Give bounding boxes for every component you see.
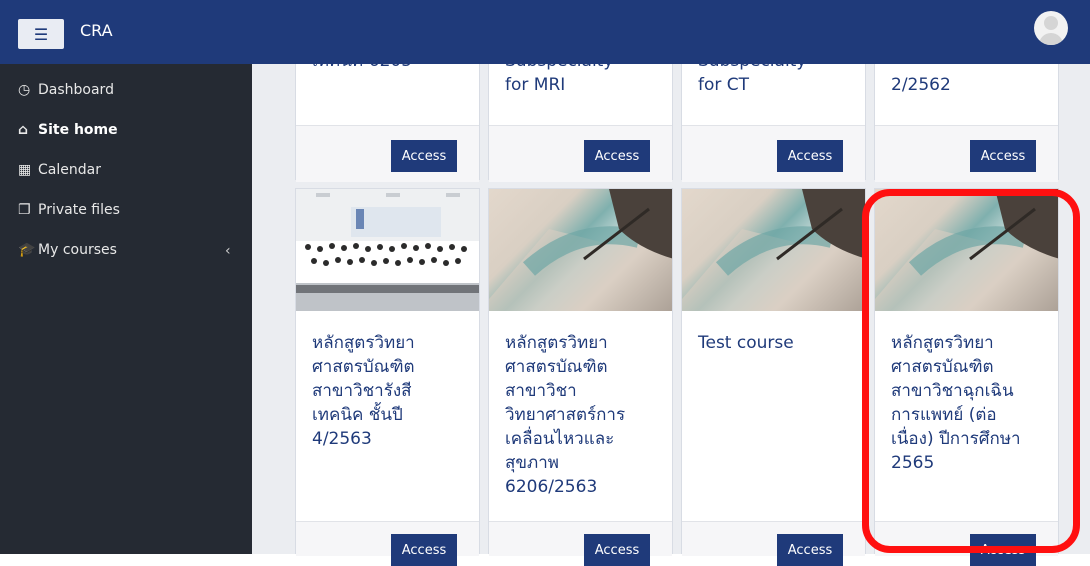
calendar-icon: ▦	[18, 162, 32, 178]
hamburger-icon: ☰	[33, 24, 49, 44]
course-image[interactable]	[489, 189, 672, 311]
group-photo-image	[296, 189, 479, 311]
course-title[interactable]: 2/2562	[891, 73, 951, 97]
course-title[interactable]: Test course	[698, 331, 794, 355]
file-icon: ❐	[18, 202, 31, 218]
course-card[interactable]: หลักสูตรวิทยา ศาสตรบัณฑิต สาขาวิชา วิทยา…	[488, 188, 673, 566]
chevron-left-icon[interactable]: ‹	[225, 243, 231, 259]
card-footer: Access	[682, 125, 865, 182]
card-footer: Access	[296, 125, 479, 182]
course-title[interactable]: หลักสูตรวิทยา ศาสตรบัณฑิต สาขาวิชาฉุกเฉิ…	[891, 331, 1021, 475]
site-brand[interactable]: CRA	[80, 21, 113, 40]
access-button[interactable]: Access	[970, 140, 1036, 172]
watercolor-painting-image	[682, 189, 865, 311]
sidebar-item-label: Calendar	[38, 162, 101, 178]
course-image[interactable]	[296, 189, 479, 311]
access-button[interactable]: Access	[777, 140, 843, 172]
sidebar-item-site-home[interactable]: ⌂ Site home	[18, 117, 118, 143]
course-title[interactable]: หลักสูตรวิทยา ศาสตรบัณฑิต สาขาวิชารังสี …	[312, 331, 415, 451]
hamburger-menu-button[interactable]: ☰	[18, 19, 64, 49]
card-footer: Access	[489, 521, 672, 566]
card-footer: Access	[682, 521, 865, 566]
access-button[interactable]: Access	[391, 534, 457, 566]
sidebar-item-label: Site home	[38, 122, 118, 138]
sidebar-item-label: Dashboard	[38, 82, 114, 98]
card-footer: Access	[875, 125, 1058, 182]
access-button[interactable]: Access	[584, 534, 650, 566]
access-button[interactable]: Access	[970, 534, 1036, 566]
course-title[interactable]: หลักสูตรวิทยา ศาสตรบัณฑิต สาขาวิชา วิทยา…	[505, 331, 625, 499]
dashboard-icon: ◷	[18, 82, 31, 98]
access-button[interactable]: Access	[777, 534, 843, 566]
access-button[interactable]: Access	[584, 140, 650, 172]
card-footer: Access	[489, 125, 672, 182]
graduation-cap-icon: 🎓	[18, 242, 36, 258]
sidebar-item-calendar[interactable]: ▦ Calendar	[18, 157, 101, 183]
course-card[interactable]: หลักสูตรวิทยา ศาสตรบัณฑิต สาขาวิชาฉุกเฉิ…	[874, 188, 1059, 566]
access-button[interactable]: Access	[391, 140, 457, 172]
course-image[interactable]	[682, 189, 865, 311]
watercolor-painting-image	[875, 189, 1058, 311]
sidebar-item-label: Private files	[38, 202, 120, 218]
course-image[interactable]	[875, 189, 1058, 311]
sidebar-item-label: My courses	[38, 242, 117, 258]
course-card[interactable]: หลักสูตรวิทยา ศาสตรบัณฑิต สาขาวิชารังสี …	[295, 188, 480, 566]
home-icon: ⌂	[18, 122, 29, 138]
sidebar-item-dashboard[interactable]: ◷ Dashboard	[18, 77, 114, 103]
top-navbar-overlay: ☰ CRA	[0, 0, 1090, 64]
card-footer: Access	[296, 521, 479, 566]
watercolor-painting-image	[489, 189, 672, 311]
card-footer: Access	[875, 521, 1058, 566]
sidebar: ◷ Dashboard ⌂ Site home ▦ Calendar ❐ Pri…	[0, 64, 252, 554]
sidebar-item-my-courses[interactable]: 🎓 My courses	[18, 237, 117, 263]
course-card[interactable]: Test course Access	[681, 188, 866, 566]
sidebar-item-private-files[interactable]: ❐ Private files	[18, 197, 120, 223]
user-avatar[interactable]	[1034, 11, 1068, 45]
